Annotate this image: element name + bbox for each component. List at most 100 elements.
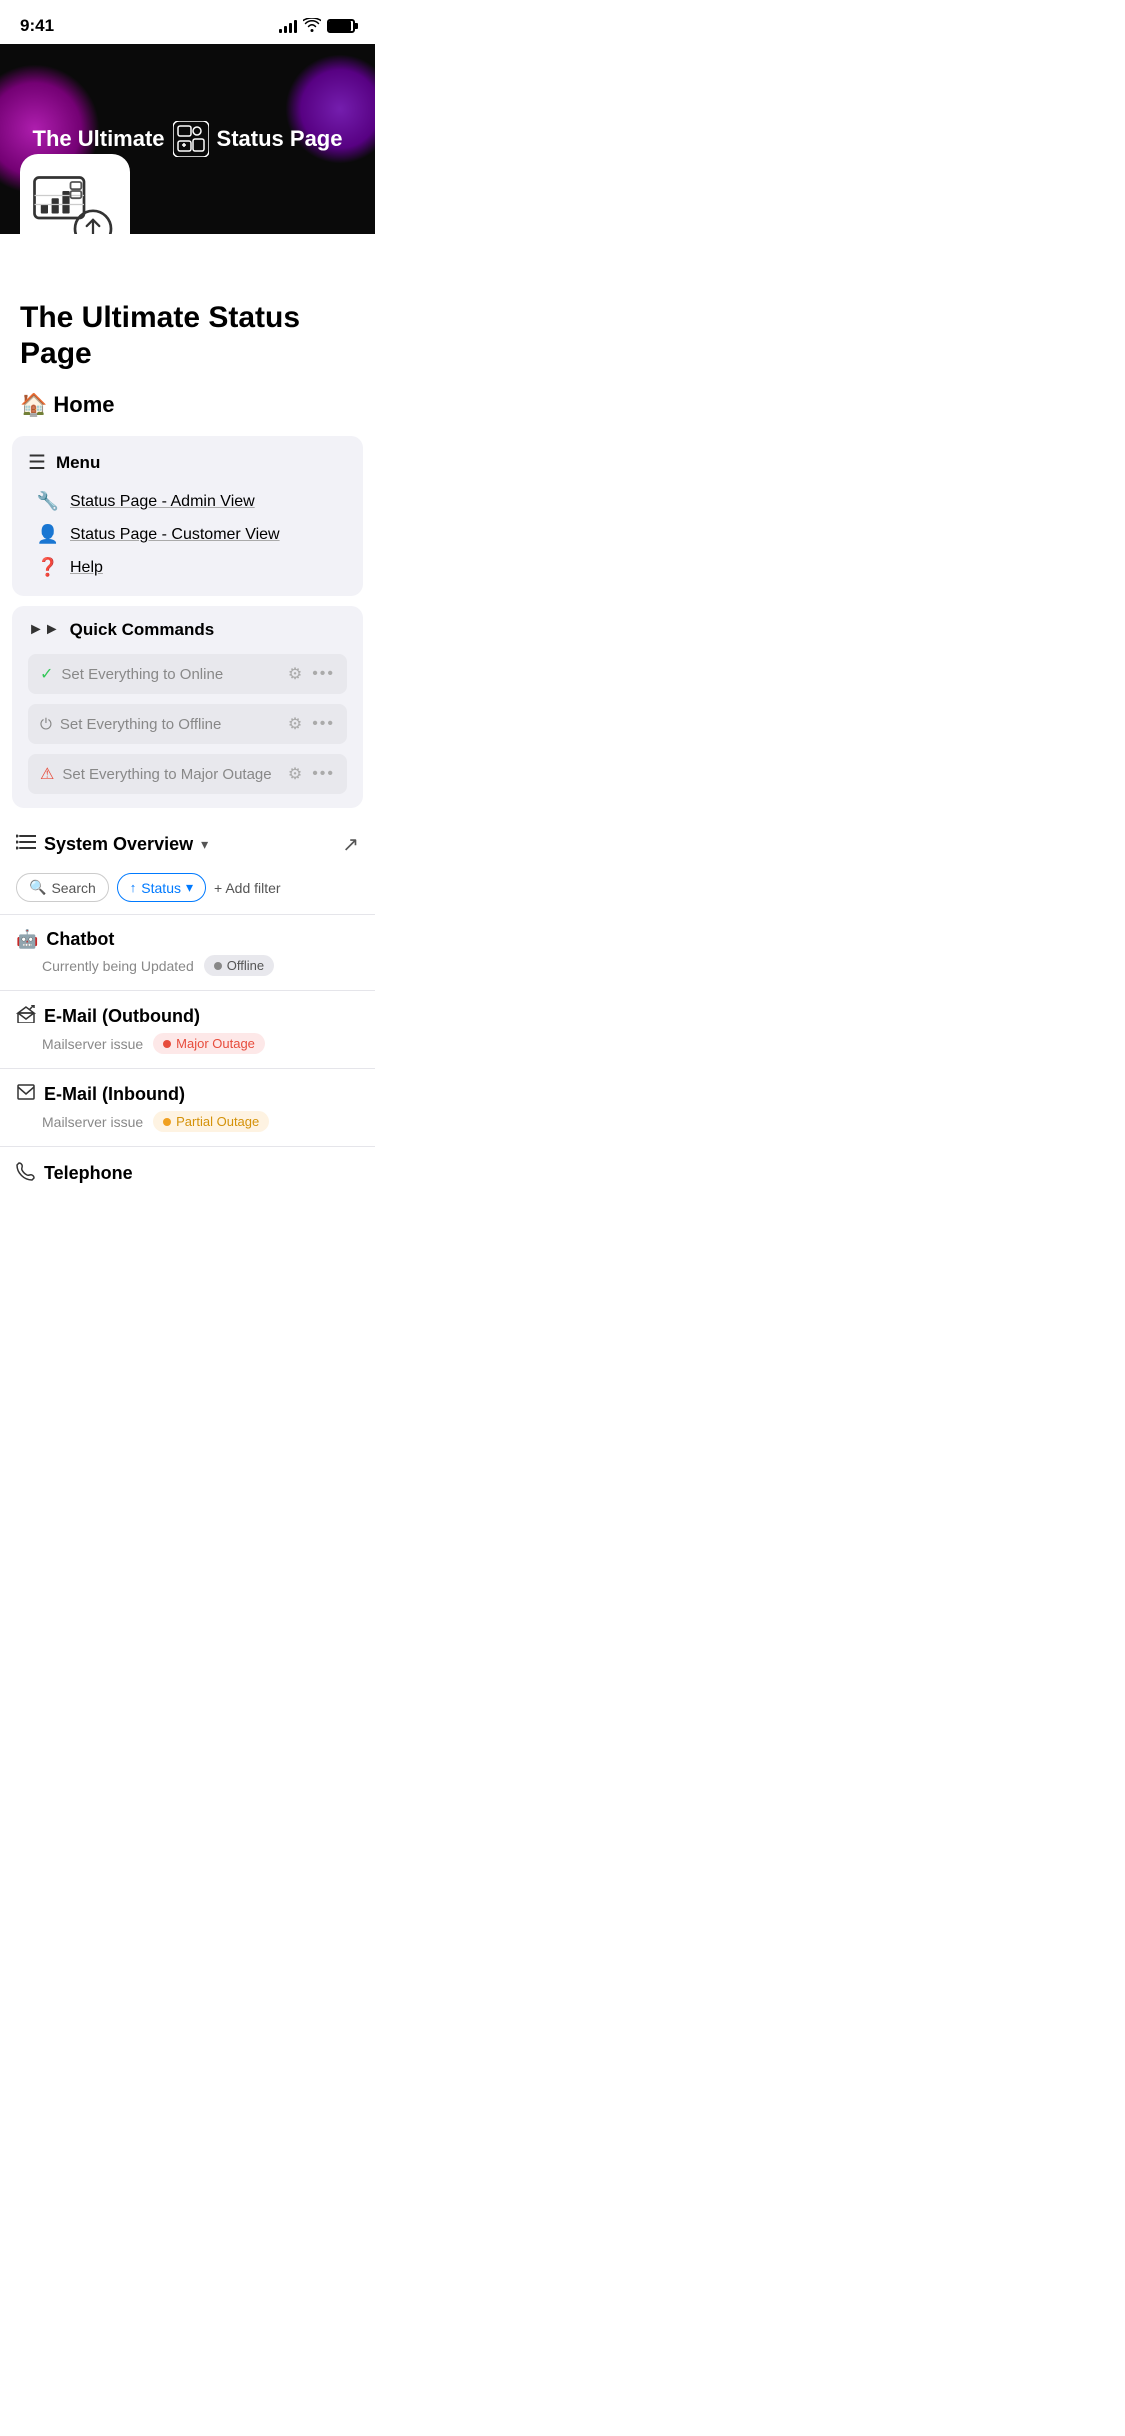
gear-icon-major[interactable]: ⚙ — [288, 764, 302, 784]
hero-title1: The Ultimate — [33, 126, 165, 152]
wrench-icon: 🔧 — [36, 491, 60, 512]
gear-icon-online[interactable]: ⚙ — [288, 664, 302, 684]
email-inbound-name-row: E-Mail (Inbound) — [16, 1083, 359, 1106]
menu-item-customer-label: Status Page - Customer View — [70, 526, 280, 544]
signal-bars-icon — [279, 19, 297, 33]
home-emoji: 🏠 — [20, 392, 47, 418]
menu-title: Menu — [56, 453, 100, 473]
telephone-name-row: Telephone — [16, 1161, 359, 1186]
service-item-telephone[interactable]: Telephone — [0, 1146, 375, 1205]
qc-item-major-left: ⚠ Set Everything to Major Outage — [40, 764, 272, 784]
hero-logo-big — [20, 154, 130, 234]
gear-icon-offline[interactable]: ⚙ — [288, 714, 302, 734]
email-outbound-name: E-Mail (Outbound) — [44, 1006, 200, 1027]
more-icon-offline[interactable]: ••• — [312, 715, 335, 733]
play-icon: ►► — [28, 621, 60, 639]
menu-item-customer[interactable]: 👤 Status Page - Customer View — [36, 520, 347, 549]
email-outbound-detail-row: Mailserver issue Major Outage — [16, 1033, 359, 1054]
qc-item-offline-actions: ⚙ ••• — [288, 714, 335, 734]
qc-item-major-actions: ⚙ ••• — [288, 764, 335, 784]
wifi-icon — [303, 18, 321, 35]
warning-icon: ⚠ — [40, 764, 54, 784]
telephone-name: Telephone — [44, 1163, 133, 1184]
chatbot-name: Chatbot — [46, 929, 114, 950]
chatbot-detail-row: Currently being Updated Offline — [16, 955, 359, 976]
qc-item-online[interactable]: ✓ Set Everything to Online ⚙ ••• — [28, 654, 347, 694]
menu-items: 🔧 Status Page - Admin View 👤 Status Page… — [28, 487, 347, 582]
check-icon: ✓ — [40, 664, 53, 684]
system-overview-title: System Overview — [44, 834, 193, 855]
question-icon: ❓ — [36, 557, 60, 578]
quick-commands-card: ►► Quick Commands ✓ Set Everything to On… — [12, 606, 363, 808]
battery-icon — [327, 19, 355, 33]
hero-title2: Status Page — [217, 126, 343, 152]
person-icon: 👤 — [36, 524, 60, 545]
hero-big-logo-icon — [30, 164, 120, 234]
qc-header: ►► Quick Commands — [28, 620, 347, 640]
email-outbound-status-dot — [163, 1040, 171, 1048]
qc-item-major[interactable]: ⚠ Set Everything to Major Outage ⚙ ••• — [28, 754, 347, 794]
filter-row: 🔍 Search ↑ Status ▾ + Add filter — [0, 867, 375, 914]
status-bar: 9:41 — [0, 0, 375, 44]
chatbot-status-badge: Offline — [204, 955, 274, 976]
chatbot-detail: Currently being Updated — [42, 958, 194, 974]
menu-card: ☰ Menu 🔧 Status Page - Admin View 👤 Stat… — [12, 436, 363, 596]
email-inbound-icon — [16, 1083, 36, 1106]
qc-major-label: Set Everything to Major Outage — [62, 766, 271, 783]
hero-content: The Ultimate Status Page — [33, 121, 343, 157]
telephone-icon — [16, 1161, 36, 1186]
email-inbound-status-dot — [163, 1118, 171, 1126]
email-outbound-status-label: Major Outage — [176, 1036, 255, 1051]
hamburger-icon: ☰ — [28, 450, 46, 475]
status-chevron-icon: ▾ — [186, 879, 193, 896]
service-item-email-inbound[interactable]: E-Mail (Inbound) Mailserver issue Partia… — [0, 1068, 375, 1146]
add-filter-button[interactable]: + Add filter — [214, 880, 281, 896]
service-item-email-outbound[interactable]: E-Mail (Outbound) Mailserver issue Major… — [0, 990, 375, 1068]
service-item-chatbot[interactable]: 🤖 Chatbot Currently being Updated Offlin… — [0, 914, 375, 990]
qc-items: ✓ Set Everything to Online ⚙ ••• ⏻ Set E… — [28, 654, 347, 794]
qc-item-offline[interactable]: ⏻ Set Everything to Offline ⚙ ••• — [28, 704, 347, 744]
qc-title: Quick Commands — [70, 620, 215, 640]
system-overview-left: System Overview ▾ — [16, 834, 208, 855]
search-icon: 🔍 — [29, 879, 46, 896]
status-filter-button[interactable]: ↑ Status ▾ — [117, 873, 206, 902]
chatbot-icon: 🤖 — [16, 929, 38, 950]
add-filter-label: + Add filter — [214, 880, 281, 896]
chatbot-status-label: Offline — [227, 958, 264, 973]
hero-title-row: The Ultimate Status Page — [33, 121, 343, 157]
qc-item-online-actions: ⚙ ••• — [288, 664, 335, 684]
chatbot-status-dot — [214, 962, 222, 970]
search-filter-button[interactable]: 🔍 Search — [16, 873, 109, 902]
menu-item-help[interactable]: ❓ Help — [36, 553, 347, 582]
menu-item-admin[interactable]: 🔧 Status Page - Admin View — [36, 487, 347, 516]
more-icon-online[interactable]: ••• — [312, 665, 335, 683]
hero-logo-small-icon — [173, 121, 209, 157]
qc-online-label: Set Everything to Online — [61, 666, 223, 683]
status-icons — [279, 18, 355, 35]
page-title: The Ultimate Status Page — [20, 300, 355, 372]
status-filter-label: Status — [141, 880, 181, 896]
email-outbound-status-badge: Major Outage — [153, 1033, 265, 1054]
chevron-down-icon[interactable]: ▾ — [201, 836, 208, 853]
status-time: 9:41 — [20, 16, 54, 36]
expand-icon[interactable]: ↗ — [342, 832, 359, 857]
more-icon-major[interactable]: ••• — [312, 765, 335, 783]
status-up-icon: ↑ — [130, 880, 137, 895]
hero-banner: The Ultimate Status Page — [0, 44, 375, 234]
home-label: Home — [53, 392, 114, 418]
chatbot-name-row: 🤖 Chatbot — [16, 929, 359, 950]
qc-item-offline-left: ⏻ Set Everything to Offline — [40, 716, 221, 733]
list-icon — [16, 834, 36, 855]
qc-offline-label: Set Everything to Offline — [60, 716, 221, 733]
email-inbound-detail: Mailserver issue — [42, 1114, 143, 1130]
email-outbound-detail: Mailserver issue — [42, 1036, 143, 1052]
menu-header: ☰ Menu — [28, 450, 347, 475]
home-section: 🏠 Home — [0, 380, 375, 426]
power-icon: ⏻ — [40, 716, 52, 733]
email-inbound-status-label: Partial Outage — [176, 1114, 259, 1129]
page-content: The Ultimate Status Page 🏠 Home ☰ Menu 🔧… — [0, 284, 375, 1205]
system-overview-header: System Overview ▾ ↗ — [0, 818, 375, 867]
menu-item-help-label: Help — [70, 559, 103, 577]
email-inbound-detail-row: Mailserver issue Partial Outage — [16, 1111, 359, 1132]
menu-item-admin-label: Status Page - Admin View — [70, 493, 255, 511]
